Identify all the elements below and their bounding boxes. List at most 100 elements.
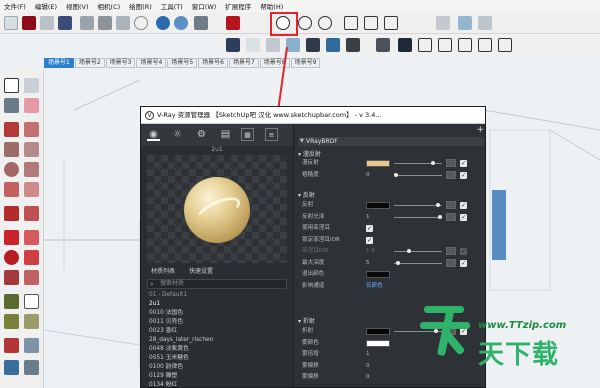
offset-icon[interactable] xyxy=(24,270,39,285)
map-enable-checkbox[interactable]: ✓ xyxy=(460,202,467,209)
slider-knob[interactable] xyxy=(394,172,398,177)
map-enable-checkbox[interactable]: ✓ xyxy=(460,160,467,167)
freehand-icon[interactable] xyxy=(24,122,39,137)
menu-item[interactable]: 工具(T) xyxy=(161,1,183,11)
menu-item[interactable]: 帮助(H) xyxy=(260,1,283,11)
omni-light-icon[interactable] xyxy=(346,38,360,52)
sphere-light-icon[interactable] xyxy=(286,38,300,52)
window-title-bar[interactable]: V V-Ray 资源管理器 【SketchUp吧 汉化 www.sketchup… xyxy=(141,107,485,124)
color-swatch[interactable] xyxy=(366,271,390,278)
push-pull-icon[interactable] xyxy=(24,230,39,245)
material-list-item[interactable]: 0010 法国色 xyxy=(147,309,287,318)
menu-item[interactable]: 视图(V) xyxy=(66,1,89,11)
house-side-icon[interactable] xyxy=(458,38,472,52)
scene-tab[interactable]: 场景号7 xyxy=(228,58,259,68)
map-enable-checkbox[interactable]: ✓ xyxy=(460,171,467,179)
scene-tab[interactable]: 场景号3 xyxy=(105,58,136,68)
house-front-icon[interactable] xyxy=(438,38,452,52)
channel-dropdown[interactable]: 仅颜色 xyxy=(366,282,383,291)
slider-knob[interactable] xyxy=(396,260,401,265)
value-field[interactable]: 1.6 xyxy=(366,247,375,256)
scene-tab[interactable]: 场景号1 xyxy=(44,58,74,68)
color-swatch[interactable] xyxy=(366,202,390,209)
value-slider[interactable] xyxy=(394,249,442,253)
text-icon[interactable] xyxy=(24,294,39,309)
lights-tab-icon[interactable]: ☼ xyxy=(171,128,184,141)
menu-item[interactable]: 绘图(R) xyxy=(129,1,152,11)
textures-tab-icon[interactable]: ▦ xyxy=(241,128,254,141)
protractor-icon[interactable] xyxy=(4,314,19,329)
checkbox[interactable]: ✓ xyxy=(366,225,373,232)
teapot-render-icon[interactable] xyxy=(298,16,312,30)
tab-quick-settings[interactable]: 快速设置 xyxy=(189,266,213,276)
undo-icon[interactable] xyxy=(156,16,170,30)
texture-map-button[interactable] xyxy=(446,170,456,179)
material-list-item[interactable]: 0051 玉米糖色 xyxy=(147,354,287,363)
download-icon[interactable] xyxy=(478,16,492,30)
scene-tab[interactable]: 场景号2 xyxy=(74,58,105,68)
follow-me-icon[interactable] xyxy=(24,250,39,265)
circle-icon[interactable] xyxy=(4,162,19,177)
value-slider[interactable] xyxy=(394,172,442,177)
materials-tab-icon[interactable]: ◉ xyxy=(147,128,160,141)
arc-2pt-icon[interactable] xyxy=(4,206,19,221)
value-slider[interactable] xyxy=(394,214,442,219)
texture-map-button[interactable] xyxy=(446,258,456,267)
tape-measure-icon[interactable] xyxy=(4,294,19,309)
slider-knob[interactable] xyxy=(431,161,436,165)
paint-bucket-icon[interactable] xyxy=(4,98,19,113)
menu-item[interactable]: 编辑(E) xyxy=(35,1,57,11)
scale-icon[interactable] xyxy=(4,270,19,285)
color-swatch[interactable] xyxy=(366,328,390,335)
render-elements-tab-icon[interactable]: ▤ xyxy=(219,128,232,141)
dome-light-icon[interactable] xyxy=(266,38,280,52)
cut-icon[interactable] xyxy=(80,16,94,30)
value-slider[interactable] xyxy=(394,260,442,265)
print-icon[interactable] xyxy=(194,16,208,30)
layers-icon[interactable] xyxy=(384,16,398,30)
plane-light-icon[interactable] xyxy=(246,38,260,52)
pie-icon[interactable] xyxy=(24,182,39,197)
map-enable-checkbox[interactable]: ✓ xyxy=(460,248,467,255)
line-icon[interactable] xyxy=(4,122,19,137)
mesh-light-icon[interactable] xyxy=(376,38,390,52)
material-list-item[interactable]: 01 - Default1 xyxy=(147,291,287,300)
texture-map-button[interactable] xyxy=(446,159,456,167)
tab-material-list[interactable]: 材质列表 xyxy=(151,266,175,276)
texture-map-button[interactable] xyxy=(446,247,456,255)
value-field[interactable]: 1 xyxy=(366,350,370,359)
interactive-render-icon[interactable] xyxy=(318,16,332,30)
section-reflection[interactable]: ▾ 反射 xyxy=(298,190,315,199)
rotate-icon[interactable] xyxy=(4,250,19,265)
warehouse-icon[interactable] xyxy=(226,16,240,30)
slider-knob[interactable] xyxy=(407,249,412,253)
ies-light-icon[interactable] xyxy=(326,38,340,52)
brdf-header[interactable]: ▼ VRayBRDF xyxy=(298,137,484,146)
save-icon[interactable] xyxy=(58,16,72,30)
frame-buffer-icon[interactable] xyxy=(344,16,358,30)
scene-tab[interactable]: 场景号6 xyxy=(198,58,228,68)
select-tool-icon[interactable] xyxy=(4,16,18,30)
color-swatch[interactable] xyxy=(366,160,390,167)
slider-knob[interactable] xyxy=(438,214,442,219)
section-refraction[interactable]: ▾ 折射 xyxy=(298,316,315,325)
pan-icon[interactable] xyxy=(24,338,39,353)
add-layer-button[interactable]: + xyxy=(476,124,484,136)
arc-icon[interactable] xyxy=(4,182,19,197)
axes-icon[interactable] xyxy=(24,314,39,329)
zoom-window-icon[interactable] xyxy=(24,360,39,375)
spot-light-icon[interactable] xyxy=(306,38,320,52)
material-list-item[interactable]: 0048 淡紫黄色 xyxy=(147,345,287,354)
redo-icon[interactable] xyxy=(174,16,188,30)
texture-map-button[interactable] xyxy=(446,201,456,209)
material-search-input[interactable]: ⌕ 搜索材质 xyxy=(147,279,287,289)
color-swatch[interactable] xyxy=(366,339,390,347)
value-slider[interactable] xyxy=(394,161,442,165)
menu-item[interactable]: 文件(F) xyxy=(4,1,26,11)
cube-light-icon[interactable] xyxy=(226,38,240,52)
house-back-icon[interactable] xyxy=(478,38,492,52)
section-diffuse[interactable]: ▾ 漫反射 xyxy=(298,149,321,158)
erase-icon[interactable] xyxy=(134,16,148,30)
settings-tab-icon[interactable]: ≡ xyxy=(265,128,278,141)
home-icon[interactable] xyxy=(418,38,432,52)
